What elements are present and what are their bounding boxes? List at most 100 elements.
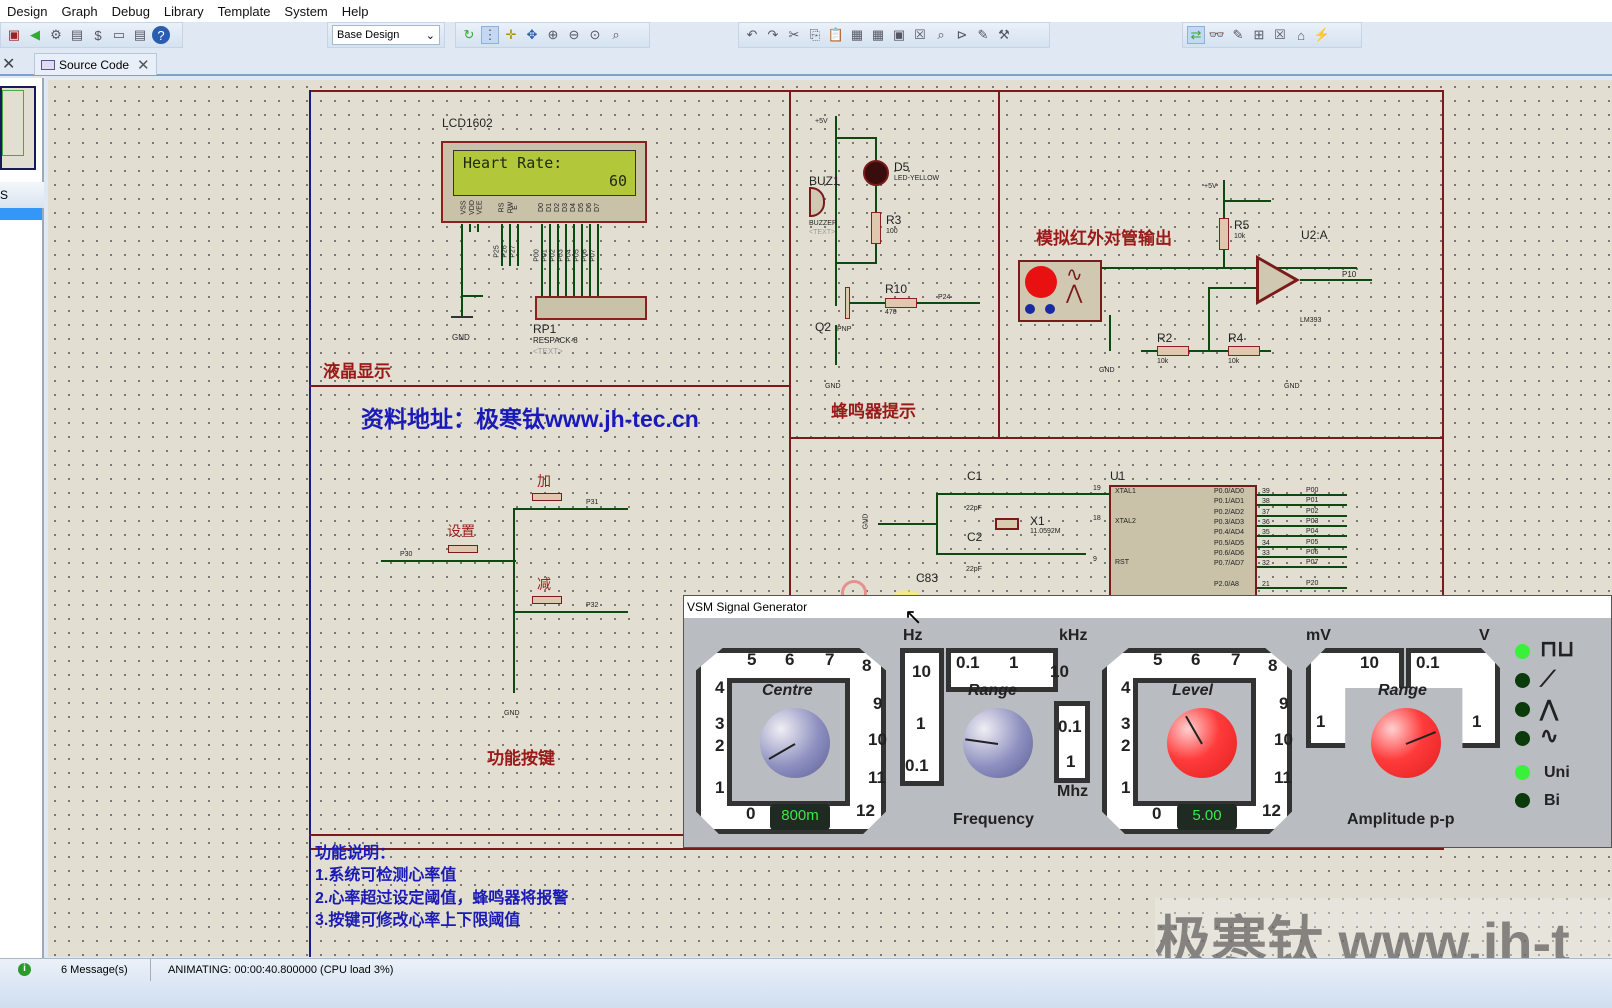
block-rotate-icon[interactable]: ▣ (890, 26, 908, 44)
button-sub[interactable] (532, 596, 562, 604)
centre-knob[interactable] (760, 708, 830, 778)
help-icon[interactable]: ? (152, 26, 170, 44)
square-wave-led[interactable] (1515, 644, 1530, 659)
close-schematic-tab-icon[interactable]: ✕ (2, 53, 15, 75)
divider (998, 90, 1000, 438)
amp-range-tick: 1 (1316, 712, 1326, 731)
electrical-check-icon[interactable]: ⚡ (1313, 26, 1331, 44)
button-set[interactable] (448, 545, 478, 553)
tab-source-code[interactable]: Source Code ✕ (34, 53, 157, 75)
origin-icon[interactable]: ✛ (502, 26, 520, 44)
gnd-label: GND (504, 710, 520, 717)
mcu-pin-label: P0.4/AD4 (1214, 529, 1244, 537)
c2-ref: C2 (967, 530, 983, 544)
zoom-in-icon[interactable]: ⊕ (544, 26, 562, 44)
design-select[interactable]: Base Design ⌄ (332, 25, 440, 45)
ir-section-title: 模拟红外对管输出 (1036, 229, 1172, 248)
parent-sheet-icon[interactable]: ⌂ (1292, 26, 1310, 44)
window-title: VSM Signal Generator (687, 600, 808, 614)
rp1-component[interactable] (535, 296, 647, 320)
net-label: P02 (549, 249, 557, 262)
close-tab-icon[interactable]: ✕ (137, 56, 150, 74)
wire (835, 137, 877, 139)
refresh-icon[interactable]: ↻ (460, 26, 478, 44)
left-panel: S (0, 78, 44, 958)
make-device-icon[interactable]: ⊳ (953, 26, 971, 44)
level-knob[interactable] (1167, 708, 1237, 778)
menu-debug[interactable]: Debug (105, 4, 157, 19)
new-sheet-icon[interactable]: ⊞ (1250, 26, 1268, 44)
button-add[interactable] (532, 493, 562, 501)
wire-autoroute-icon[interactable]: ⇄ (1187, 26, 1205, 44)
remove-sheet-icon[interactable]: ☒ (1271, 26, 1289, 44)
dial-tick-centre: 11 (868, 768, 886, 787)
frequency-range-knob[interactable] (963, 708, 1033, 778)
triangle-wave-led[interactable] (1515, 702, 1530, 717)
back-icon[interactable]: ◀ (26, 26, 44, 44)
dial-tick-level: 2 (1121, 736, 1131, 755)
document-icon[interactable]: ▤ (131, 26, 149, 44)
info-icon[interactable]: i (18, 963, 31, 976)
menu-template[interactable]: Template (211, 4, 278, 19)
crystal-x1[interactable] (995, 518, 1019, 530)
paste-icon[interactable]: 📋 (827, 26, 845, 44)
pan-icon[interactable]: ✥ (523, 26, 541, 44)
chip-icon[interactable]: ▣ (5, 26, 23, 44)
zoom-all-icon[interactable]: ⊙ (586, 26, 604, 44)
vcc-label: +5V (815, 118, 828, 125)
search-icon[interactable]: 👓 (1208, 26, 1226, 44)
decompose-icon[interactable]: ⚒ (995, 26, 1013, 44)
amplitude-range-knob[interactable] (1371, 708, 1441, 778)
overview-viewport[interactable] (2, 90, 24, 156)
package-icon[interactable]: ✎ (974, 26, 992, 44)
menu-system[interactable]: System (277, 4, 334, 19)
menu-graph[interactable]: Graph (54, 4, 104, 19)
menu-library[interactable]: Library (157, 4, 211, 19)
menu-help[interactable]: Help (335, 4, 376, 19)
overview-window[interactable] (0, 86, 36, 170)
d5-type: LED-YELLOW (894, 175, 940, 182)
wire (513, 508, 628, 510)
resistor-r2[interactable] (1157, 346, 1189, 356)
divider (150, 959, 151, 981)
resistor-r5[interactable] (1219, 218, 1229, 250)
redo-icon[interactable]: ↷ (764, 26, 782, 44)
range-tick: 1 (1066, 752, 1076, 771)
led-d5[interactable] (863, 160, 889, 186)
sine-wave-led[interactable] (1515, 731, 1530, 746)
dial-tick-centre: 5 (747, 650, 757, 669)
bipolar-led[interactable] (1515, 793, 1530, 808)
zoom-out-icon[interactable]: ⊖ (565, 26, 583, 44)
wire (878, 523, 938, 525)
source-icon[interactable]: ▭ (110, 26, 128, 44)
message-count[interactable]: 6 Message(s) (61, 964, 128, 976)
property-tool-icon[interactable]: ✎ (1229, 26, 1247, 44)
menu-design[interactable]: Design (0, 4, 54, 19)
r3-value: 100 (886, 228, 898, 235)
pick-icon[interactable]: ⌕ (932, 26, 950, 44)
selected-device[interactable] (0, 208, 42, 220)
netlist-icon[interactable]: ▤ (68, 26, 86, 44)
undo-icon[interactable]: ↶ (743, 26, 761, 44)
unipolar-led[interactable] (1515, 765, 1530, 780)
block-copy-icon[interactable]: ▦ (848, 26, 866, 44)
khz-label: kHz (1059, 627, 1088, 644)
block-delete-icon[interactable]: ☒ (911, 26, 929, 44)
resistor-r10[interactable] (885, 298, 917, 308)
resistor-r3[interactable] (871, 212, 881, 244)
block-move-icon[interactable]: ▦ (869, 26, 887, 44)
component-icon[interactable]: ⚙ (47, 26, 65, 44)
copy-icon[interactable]: ⎘ (806, 26, 824, 44)
mcu-pin-number: 19 (1093, 485, 1101, 492)
sawtooth-wave-led[interactable] (1515, 673, 1530, 688)
bom-icon[interactable]: $ (89, 26, 107, 44)
lcd-pin-label: RS (498, 202, 506, 213)
cut-icon[interactable]: ✂ (785, 26, 803, 44)
zoom-area-icon[interactable]: ⌕ (607, 26, 625, 44)
signal-source-component[interactable]: ∿ ⋀ (1018, 260, 1102, 322)
grid-icon[interactable]: ⋮ (481, 26, 499, 44)
signal-generator-window[interactable]: VSM Signal Generator ↖ Centre 800m Hz kH… (683, 595, 1612, 848)
resistor-r4[interactable] (1228, 346, 1260, 356)
signal-generator-titlebar[interactable]: VSM Signal Generator (684, 596, 1611, 618)
design-select-value: Base Design (337, 29, 400, 41)
